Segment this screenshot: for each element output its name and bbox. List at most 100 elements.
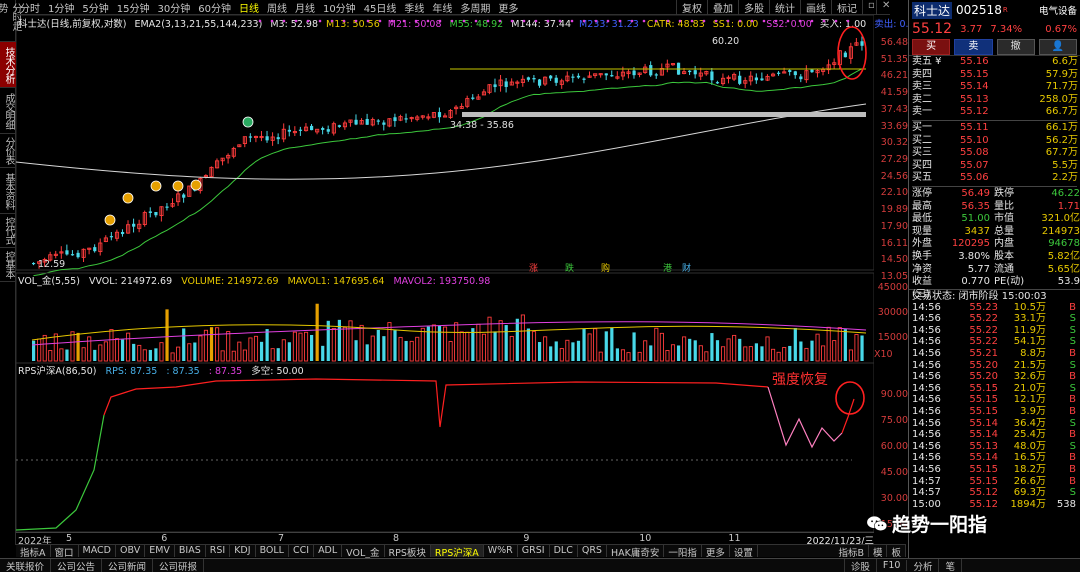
indicator-tab-right[interactable]: 板 <box>887 545 906 559</box>
period-0[interactable]: 分时 <box>16 0 44 15</box>
indicator-tab[interactable]: BIAS <box>175 545 206 557</box>
vtab-6[interactable]: 控基本 <box>0 248 16 282</box>
period-12[interactable]: 年线 <box>428 0 456 15</box>
indicator-tab[interactable]: ADL <box>314 545 343 557</box>
indicator-tab[interactable]: 更多 <box>702 545 730 559</box>
indicator-tab[interactable]: W%R <box>484 545 518 557</box>
tick-row: 14:56 55.15 21.0万 S <box>912 383 1077 395</box>
volume-legend: VOL_金(5,55) VVOL: 214972.69 VOLUME: 2149… <box>18 273 496 287</box>
ask-row: 卖四 55.15 57.9万 <box>912 69 1078 82</box>
volume-bar <box>342 326 348 362</box>
volume-bar <box>481 333 487 362</box>
signal-dot <box>642 19 646 23</box>
status-bi[interactable]: 笔 <box>939 558 962 572</box>
tick-volume: 32.6万 <box>1013 371 1046 383</box>
candle-body <box>549 75 553 79</box>
period-2[interactable]: 5分钟 <box>78 0 112 15</box>
period-4[interactable]: 30分钟 <box>153 0 194 15</box>
period-9[interactable]: 10分钟 <box>319 0 360 15</box>
minimize-icon[interactable]: ▫ <box>862 0 876 15</box>
period-1[interactable]: 1分钟 <box>44 0 78 15</box>
close-icon[interactable]: ✕ <box>876 0 890 15</box>
tool-biaoji[interactable]: 标记 <box>831 0 862 15</box>
volume-bar <box>659 332 664 362</box>
period-5[interactable]: 60分钟 <box>194 0 235 15</box>
status-f10[interactable]: F10 <box>877 560 908 571</box>
volume-bar <box>582 328 586 361</box>
indicator-tab[interactable]: DLC <box>550 545 578 557</box>
vtab-5[interactable]: 控代式 <box>0 214 16 248</box>
period-toolbar: 分时 1分钟 5分钟 15分钟 30分钟 60分钟 日线 周线 月线 10分钟 … <box>16 0 890 15</box>
status-xinwen[interactable]: 公司新闻 <box>102 558 154 572</box>
period-13[interactable]: 多周期 <box>456 0 494 15</box>
period-11[interactable]: 季线 <box>400 0 428 15</box>
indicator-tab[interactable]: VOL_金 <box>342 545 385 559</box>
indicator-tab[interactable]: BOLL <box>256 545 289 557</box>
indicator-tab[interactable]: HAK庸奇安 <box>607 545 665 559</box>
status-gonggao[interactable]: 公司公告 <box>51 558 103 572</box>
period-14[interactable]: 更多 <box>494 0 522 15</box>
tool-tongji[interactable]: 统计 <box>769 0 800 15</box>
period-10[interactable]: 45日线 <box>360 0 401 15</box>
signal-dot <box>306 19 310 23</box>
vtab-0[interactable]: 分时走势 <box>0 0 21 42</box>
bid-label: 买四 <box>912 159 932 171</box>
sell-button[interactable]: 卖 <box>954 38 993 55</box>
indicator-tab[interactable]: RPS沪深A <box>430 545 484 559</box>
period-3[interactable]: 15分钟 <box>113 0 154 15</box>
tick-list[interactable]: 14:56 55.23 10.5万 B 14:56 55.22 33.1万 S 14:56 55.… <box>909 302 1080 511</box>
volume-bar <box>854 334 859 362</box>
account-icon[interactable]: 👤 <box>1038 38 1077 55</box>
status-yanbao[interactable]: 公司研报 <box>153 558 205 572</box>
vtab-4[interactable]: 基本资料 <box>0 168 16 214</box>
cancel-button[interactable]: 撤 <box>996 38 1035 55</box>
tool-fuquan[interactable]: 复权 <box>676 0 707 15</box>
status-zhengu[interactable]: 诊股 <box>843 558 877 572</box>
indicator-tab[interactable]: 一阳指 <box>664 545 702 559</box>
x-tick: 5 <box>66 533 73 544</box>
stock-code: 002518 <box>956 3 1002 17</box>
status-fenxi[interactable]: 分析 <box>907 558 940 572</box>
tool-huaxian[interactable]: 画线 <box>800 0 831 15</box>
volume-bar <box>843 329 847 361</box>
indicator-tab-right[interactable]: 指标B <box>834 545 869 559</box>
signal-dot <box>330 19 334 23</box>
candle-body <box>70 254 75 256</box>
indicator-tab[interactable]: MACD <box>79 545 116 557</box>
volume-bar <box>170 352 175 362</box>
volume-bar <box>409 340 414 362</box>
indicator-tab[interactable]: 窗口 <box>51 545 79 559</box>
indicator-tab[interactable]: QRS <box>578 545 607 557</box>
wechat-icon <box>867 515 888 531</box>
tick-price: 55.21 <box>969 348 998 360</box>
indicator-tab[interactable]: GRSI <box>518 545 550 557</box>
signal-coin-icon <box>190 179 202 191</box>
signal-dot <box>378 19 382 23</box>
indicator-tab[interactable]: EMV <box>145 545 175 557</box>
period-6[interactable]: 日线 <box>235 0 263 15</box>
volume-bar <box>826 326 831 362</box>
status-guanlian[interactable]: 关联报价 <box>0 558 52 572</box>
vtab-3[interactable]: 分价表 <box>0 134 16 168</box>
indicator-tab[interactable]: OBV <box>116 545 146 557</box>
buy-button[interactable]: 买 <box>912 38 951 55</box>
indicator-tab[interactable]: CCI <box>289 545 315 557</box>
tool-duogu[interactable]: 多股 <box>738 0 769 15</box>
signal-dot <box>414 19 418 23</box>
vtab-2[interactable]: 成交明细 <box>0 88 16 134</box>
indicator-tab[interactable]: RPS板块 <box>385 545 431 559</box>
period-7[interactable]: 周线 <box>263 0 291 15</box>
sector-name[interactable]: 电气设备 <box>1039 3 1077 17</box>
tool-diejia[interactable]: 叠加 <box>707 0 738 15</box>
vtab-1[interactable]: 技术分析 <box>0 42 16 88</box>
candle-body <box>493 84 497 88</box>
indicator-tab[interactable]: KDJ <box>230 545 256 557</box>
indicator-tab[interactable]: RSI <box>206 545 231 557</box>
tick-price: 55.20 <box>969 371 998 383</box>
indicator-tab[interactable]: 设置 <box>730 545 758 559</box>
tick-price: 55.22 <box>969 336 998 348</box>
period-8[interactable]: 月线 <box>291 0 319 15</box>
price-tick: 37.43 <box>880 103 908 115</box>
indicator-tab-right[interactable]: 模 <box>869 545 888 559</box>
indicator-tab[interactable]: 指标A <box>16 545 51 559</box>
